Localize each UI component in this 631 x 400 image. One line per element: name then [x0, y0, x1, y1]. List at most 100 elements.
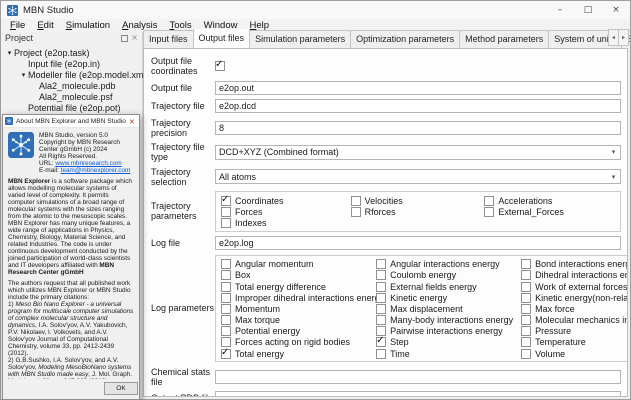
tab-simulation-parameters[interactable]: Simulation parameters: [249, 30, 351, 48]
checkbox-work-external-forces[interactable]: Work of external forces: [521, 281, 628, 292]
checkbox-kinetic-energy[interactable]: Kinetic energy: [376, 292, 521, 303]
url-label: URL:: [39, 160, 55, 167]
trajectory-file-input[interactable]: [215, 99, 621, 113]
checkbox-max-torque[interactable]: Max torque: [221, 315, 376, 326]
trajectory-parameters-group: Coordinates Forces Indexes Velocities Rf…: [215, 191, 621, 232]
menu-file[interactable]: File: [4, 20, 31, 31]
checkbox-momentum[interactable]: Momentum: [221, 303, 376, 314]
mbn-studio-logo: [8, 132, 34, 158]
chemical-stats-file-input[interactable]: [215, 370, 621, 384]
tab-scroll-right-icon[interactable]: ▸: [618, 29, 629, 46]
email-link[interactable]: team@mbnexplorer.com: [61, 167, 131, 174]
tree-item-label: Project (e2op.task): [14, 48, 90, 58]
form-row-chemical-stats-file: Chemical stats file: [151, 367, 621, 387]
tab-optimization-parameters[interactable]: Optimization parameters: [350, 30, 460, 48]
checkbox-potential-energy[interactable]: Potential energy: [221, 326, 376, 337]
checkbox-icon: [484, 207, 494, 217]
trajectory-file-type-select[interactable]: DCD+XYZ (Combined format)▾: [215, 145, 621, 160]
tab-input-files[interactable]: Input files: [143, 30, 194, 48]
checkbox-dihedral-interactions[interactable]: Dihedral interactions energy: [521, 270, 628, 281]
checkbox-forces-rigid-bodies[interactable]: Forces acting on rigid bodies: [221, 337, 376, 348]
checkbox-step[interactable]: Step: [376, 337, 521, 348]
checkbox-coulomb-energy[interactable]: Coulomb energy: [376, 270, 521, 281]
checkbox-time[interactable]: Time: [376, 348, 521, 359]
tree-item-potential-file[interactable]: Potential file (e2op.pot): [1, 102, 142, 113]
checkbox-pressure[interactable]: Pressure: [521, 326, 628, 337]
checkbox-total-energy[interactable]: Total energy: [221, 348, 376, 359]
close-panel-icon[interactable]: ×: [131, 35, 138, 41]
checkbox-icon: [376, 349, 386, 359]
output-pdb-file-input[interactable]: [215, 391, 621, 397]
checkbox-external-fields-energy[interactable]: External fields energy: [376, 281, 521, 292]
checkbox-molecular-mechanics[interactable]: Molecular mechanics interactions energy: [521, 315, 628, 326]
checkbox-forces[interactable]: Forces: [221, 206, 351, 217]
form-row-log-parameters: Log parameters Angular momentum Box Tota…: [151, 255, 621, 363]
tree-item-ala2-pdb[interactable]: Ala2_molecule.pdb: [1, 80, 142, 91]
tree-item-ala2-psf[interactable]: Ala2_molecule.psf: [1, 91, 142, 102]
checkbox-external-forces[interactable]: External_Forces: [484, 206, 620, 217]
menu-edit[interactable]: Edit: [31, 20, 59, 31]
checkbox-label: Coordinates: [235, 196, 284, 206]
checkbox-icon: [376, 270, 386, 280]
checkbox-angular-momentum[interactable]: Angular momentum: [221, 259, 376, 270]
checkbox-accelerations[interactable]: Accelerations: [484, 195, 620, 206]
checkbox-label: Rforces: [365, 207, 396, 217]
checkbox-coordinates[interactable]: Coordinates: [221, 195, 351, 206]
trajectory-precision-input[interactable]: [215, 121, 621, 135]
chevron-down-icon[interactable]: ▾: [5, 49, 14, 57]
tab-method-parameters[interactable]: Method parameters: [459, 30, 549, 48]
about-dialog-title-bar[interactable]: About MBN Explorer and MBN Studio ×: [3, 115, 139, 128]
email-label: E-mail:: [39, 167, 61, 174]
float-panel-icon[interactable]: [121, 35, 128, 42]
checkbox-label: Work of external forces: [535, 282, 627, 292]
checkbox-total-energy-difference[interactable]: Total energy difference: [221, 281, 376, 292]
dialog-app-icon: [5, 117, 13, 125]
maximize-button[interactable]: □: [574, 1, 602, 19]
checkbox-label: Angular momentum: [235, 259, 314, 269]
checkbox-temperature[interactable]: Temperature: [521, 337, 628, 348]
checkbox-angular-interactions[interactable]: Angular interactions energy: [376, 259, 521, 270]
tree-item-project-task[interactable]: ▾Project (e2op.task): [1, 47, 142, 58]
form-row-trajectory-precision: Trajectory precision: [151, 118, 621, 138]
copyright-line: Copyright by MBN Research Center gGmbH (…: [39, 139, 134, 153]
checkbox-velocities[interactable]: Velocities: [351, 195, 485, 206]
field-label: Chemical stats file: [151, 367, 215, 387]
checkbox-box[interactable]: Box: [221, 270, 376, 281]
output-file-coordinates-checkbox[interactable]: [215, 60, 229, 71]
log-file-input[interactable]: [215, 236, 621, 250]
menu-simulation[interactable]: Simulation: [60, 20, 116, 31]
checkbox-pairwise-interactions[interactable]: Pairwise interactions energy: [376, 326, 521, 337]
trajectory-parameters-col3: Accelerations External_Forces: [484, 195, 620, 229]
checkbox-kinetic-nonrelativistic[interactable]: Kinetic energy(non-relativistic): [521, 292, 628, 303]
checkbox-many-body-interactions[interactable]: Many-body interactions energy: [376, 315, 521, 326]
dialog-close-icon[interactable]: ×: [128, 118, 136, 125]
minimize-button[interactable]: –: [546, 1, 574, 19]
tab-output-files[interactable]: Output files: [193, 29, 251, 48]
trajectory-selection-select[interactable]: All atoms▾: [215, 169, 621, 184]
checkbox-label: Many-body interactions energy: [390, 315, 513, 325]
website-link[interactable]: www.mbnresearch.com: [55, 160, 121, 167]
checkbox-rforces[interactable]: Rforces: [351, 206, 485, 217]
checkbox-label: Forces: [235, 207, 263, 217]
checkbox-max-force[interactable]: Max force: [521, 303, 628, 314]
ok-button[interactable]: OK: [104, 382, 138, 395]
tree-item-input-file[interactable]: Input file (e2op.in): [1, 58, 142, 69]
log-parameters-col1: Angular momentum Box Total energy differ…: [221, 259, 376, 360]
citations-block: The authors request that all published w…: [8, 280, 134, 379]
checkbox-icon: [215, 61, 225, 71]
chevron-down-icon[interactable]: ▾: [19, 71, 28, 79]
checkbox-volume[interactable]: Volume: [521, 348, 628, 359]
close-button[interactable]: ×: [602, 1, 630, 19]
output-file-input[interactable]: [215, 81, 621, 95]
checkbox-icon: [351, 196, 361, 206]
checkbox-icon: [221, 315, 231, 325]
checkbox-max-displacement[interactable]: Max displacement: [376, 303, 521, 314]
checkbox-indexes[interactable]: Indexes: [221, 217, 351, 228]
checkbox-icon: [221, 270, 231, 280]
app-logo-icon: [7, 5, 18, 16]
checkbox-bond-interactions[interactable]: Bond interactions energy: [521, 259, 628, 270]
checkbox-improper-dihedral[interactable]: Improper dihedral interactions energy: [221, 292, 376, 303]
checkbox-label: Volume: [535, 349, 565, 359]
tree-item-modeller-file[interactable]: ▾Modeller file (e2op.model.xml): [1, 69, 142, 80]
checkbox-label: External_Forces: [498, 207, 564, 217]
